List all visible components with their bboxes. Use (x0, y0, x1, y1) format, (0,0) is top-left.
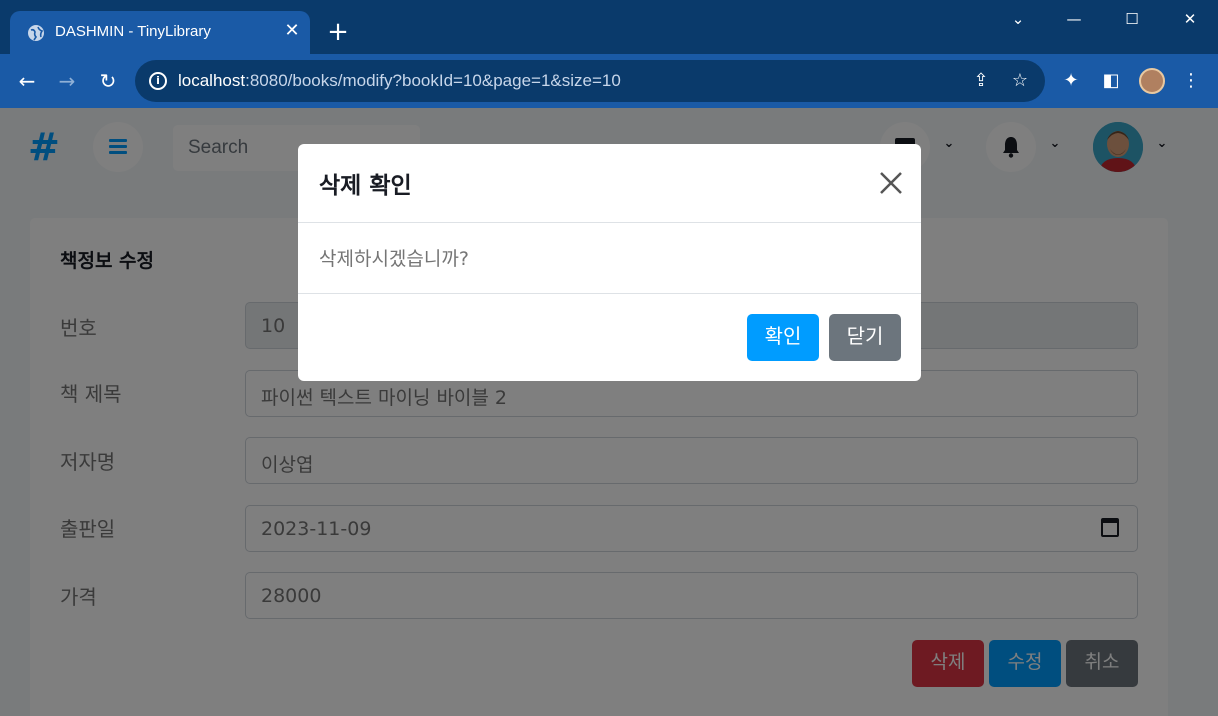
side-panel-icon[interactable]: ◧ (1098, 68, 1124, 94)
tab-title: DASHMIN - TinyLibrary (55, 23, 211, 40)
delete-confirm-modal: 삭제 확인 삭제하시겠습니까? 확인 닫기 (298, 144, 921, 381)
modal-message: 삭제하시겠습니까? (319, 248, 469, 270)
address-bar[interactable]: i localhost:8080/books/modify?bookId=10&… (135, 60, 1045, 102)
back-icon[interactable]: ← (14, 68, 40, 94)
browser-tab[interactable]: DASHMIN - TinyLibrary ✕ (10, 11, 310, 54)
close-button[interactable]: 닫기 (829, 314, 901, 361)
maximize-icon[interactable]: ☐ (1120, 10, 1144, 30)
new-tab-icon[interactable]: + (325, 19, 351, 45)
reload-icon[interactable]: ↻ (95, 68, 121, 94)
browser-toolbar: ← → ↻ i localhost:8080/books/modify?book… (0, 54, 1218, 108)
share-icon[interactable]: ⇪ (970, 70, 992, 92)
window-close-icon[interactable]: ✕ (1178, 10, 1202, 30)
browser-menu-icon[interactable]: ⋮ (1178, 68, 1204, 94)
modal-title: 삭제 확인 (319, 173, 412, 199)
tab-close-icon[interactable]: ✕ (282, 21, 302, 41)
modal-footer-divider (298, 293, 921, 294)
bookmark-star-icon[interactable]: ☆ (1009, 70, 1031, 92)
tab-search-chevron-icon[interactable]: ⌄ (1006, 10, 1030, 30)
browser-profile-avatar[interactable] (1139, 68, 1165, 94)
modal-close-icon[interactable] (876, 168, 906, 198)
forward-icon[interactable]: → (54, 68, 80, 94)
extensions-icon[interactable]: ✦ (1058, 68, 1084, 94)
minimize-icon[interactable]: — (1062, 10, 1086, 30)
url-host: localhost (178, 71, 246, 90)
confirm-button[interactable]: 확인 (747, 314, 819, 361)
browser-tab-bar: DASHMIN - TinyLibrary ✕ + ⌄ — ☐ ✕ (0, 0, 1218, 54)
site-info-icon[interactable]: i (149, 72, 167, 90)
url-path: :8080/books/modify?bookId=10&page=1&size… (245, 71, 621, 90)
globe-icon (28, 25, 44, 41)
url-text[interactable]: localhost:8080/books/modify?bookId=10&pa… (178, 71, 621, 91)
modal-header-divider (298, 222, 921, 223)
